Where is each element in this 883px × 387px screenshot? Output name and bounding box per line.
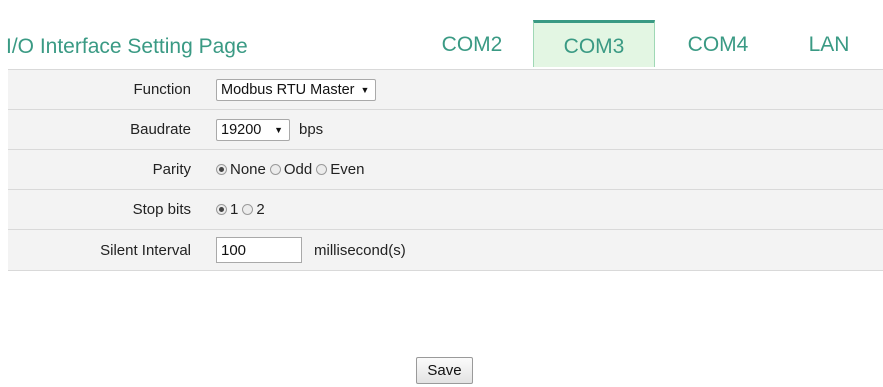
parity-radio-none[interactable]: None [216, 161, 266, 178]
stop-bits-radio-group: 1 2 [216, 190, 269, 229]
radio-checked-icon [216, 204, 227, 215]
silent-interval-unit: millisecond(s) [314, 241, 406, 259]
stop-bits-radio-2[interactable]: 2 [242, 201, 265, 218]
tab-com2[interactable]: COM2 [434, 33, 510, 57]
parity-radio-odd[interactable]: Odd [269, 161, 313, 178]
silent-interval-label: Silent Interval [100, 241, 191, 259]
tab-com4[interactable]: COM4 [680, 33, 756, 57]
save-button[interactable]: Save [416, 357, 473, 384]
stop-bits-row: Stop bits 1 2 [8, 189, 883, 229]
tab-com3[interactable]: COM3 [533, 20, 655, 67]
stop-bits-radio-1[interactable]: 1 [216, 201, 238, 218]
stop-bits-label: Stop bits [132, 201, 191, 218]
parity-option-label: Even [330, 161, 365, 178]
silent-interval-row: Silent Interval millisecond(s) [8, 229, 883, 271]
function-select[interactable]: Modbus RTU Master ▼ [216, 78, 377, 101]
parity-row: Parity None Odd Even [8, 149, 883, 189]
radio-unchecked-icon [242, 204, 254, 215]
tab-lan[interactable]: LAN [800, 33, 858, 57]
stop-bits-option-label: 1 [230, 201, 239, 218]
baudrate-row: Baudrate 19200 ▼ bps [8, 109, 883, 149]
parity-option-label: None [230, 161, 266, 178]
parity-radio-group: None Odd Even [216, 150, 368, 189]
parity-option-label: Odd [283, 161, 313, 178]
silent-interval-input[interactable] [216, 237, 302, 263]
baudrate-unit: bps [299, 121, 324, 138]
settings-form: Function Modbus RTU Master ▼ Baudrate 19… [8, 69, 883, 271]
parity-label: Parity [152, 161, 191, 178]
baudrate-select-value: 19200 [221, 121, 262, 138]
header: I/O Interface Setting Page COM2 COM3 COM… [0, 0, 883, 69]
function-label: Function [133, 81, 191, 98]
page-title: I/O Interface Setting Page [6, 35, 248, 58]
radio-checked-icon [216, 164, 227, 175]
stop-bits-option-label: 2 [256, 201, 265, 218]
chevron-down-icon: ▼ [360, 84, 370, 95]
baudrate-select[interactable]: 19200 ▼ [216, 118, 290, 141]
radio-unchecked-icon [316, 164, 328, 175]
radio-unchecked-icon [269, 164, 281, 175]
baudrate-label: Baudrate [130, 121, 191, 138]
chevron-down-icon: ▼ [274, 124, 283, 135]
function-select-value: Modbus RTU Master [221, 81, 355, 98]
parity-radio-even[interactable]: Even [316, 161, 364, 178]
function-row: Function Modbus RTU Master ▼ [8, 69, 883, 109]
